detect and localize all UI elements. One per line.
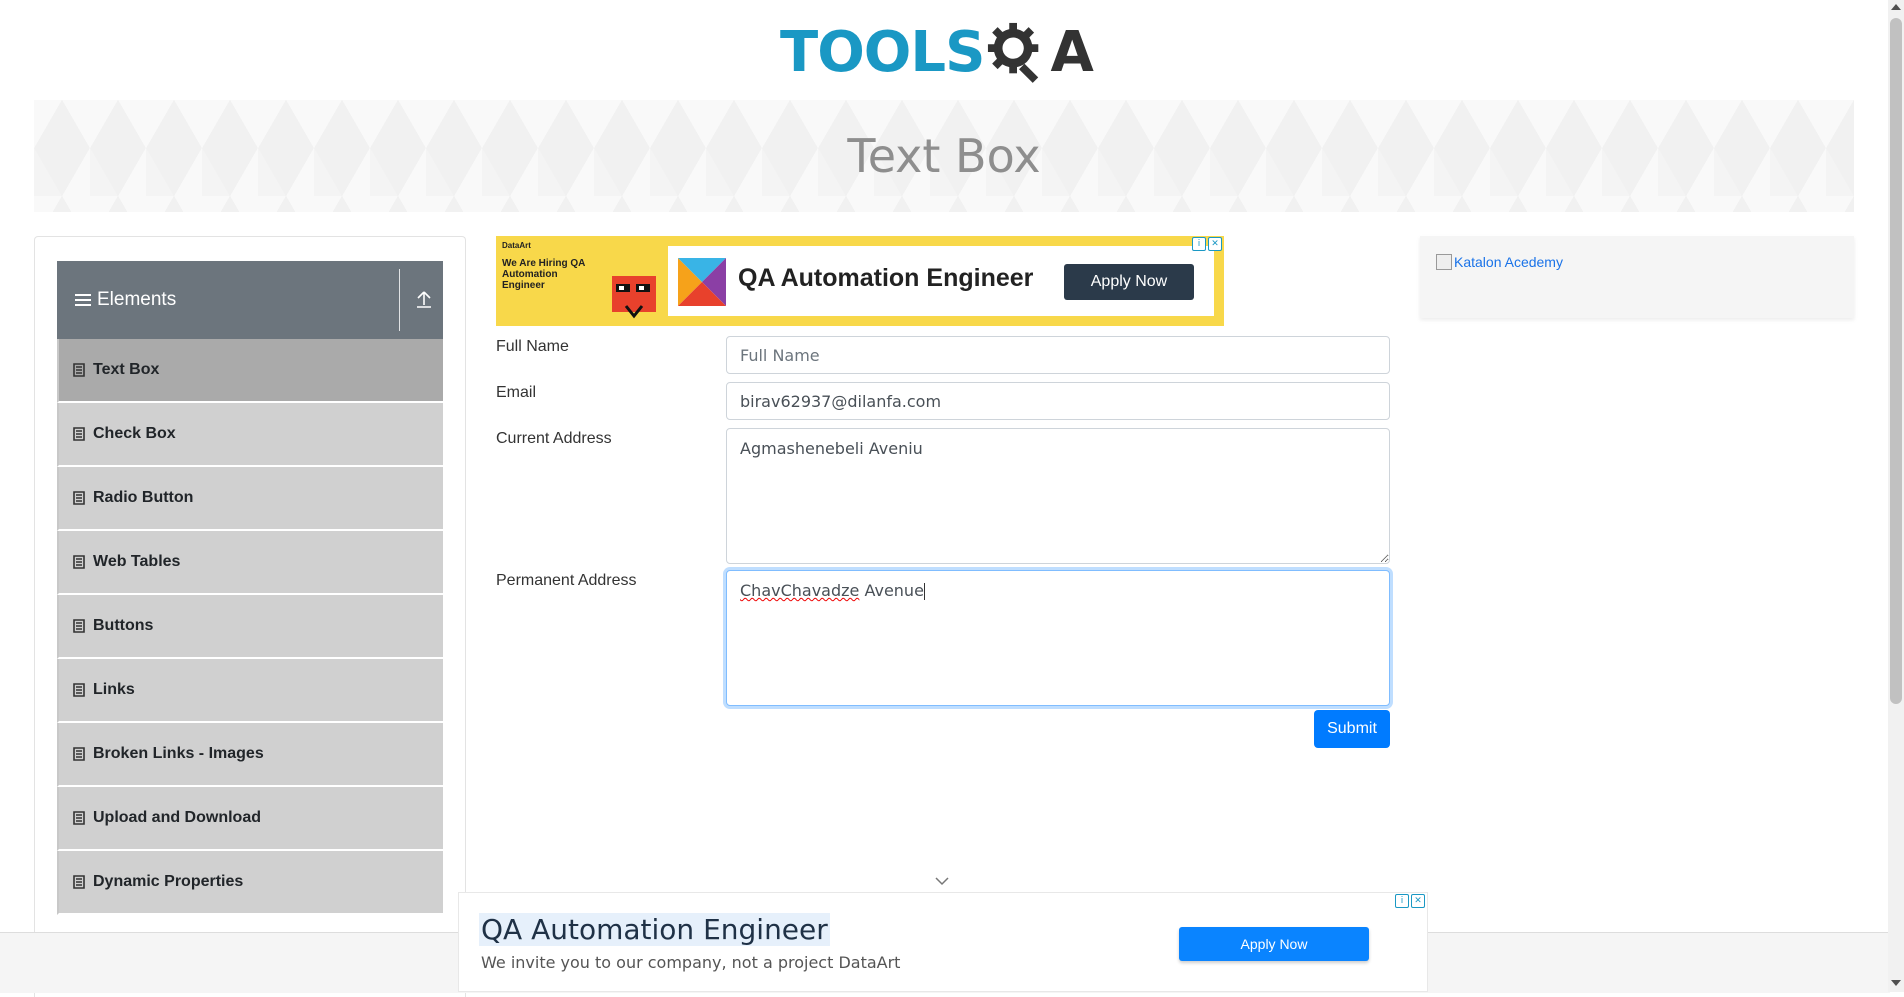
sidebar-menu: Text Box Check Box Radio Button Web Tabl… — [57, 339, 443, 915]
logo-tools-text: TOOLS — [780, 19, 985, 85]
close-icon[interactable]: ✕ — [1411, 894, 1425, 908]
ad-hiring-text: We Are Hiring QA Automation Engineer — [502, 258, 585, 291]
ad-left-panel: DataArt We Are Hiring QA Automation Engi… — [496, 236, 666, 326]
sidebar-item-broken-links[interactable]: Broken Links - Images — [57, 723, 443, 787]
full-name-input[interactable] — [726, 336, 1390, 374]
info-icon[interactable]: i — [1192, 237, 1206, 251]
info-icon[interactable]: i — [1395, 894, 1409, 908]
sidebar-item-label: Links — [93, 681, 135, 698]
sidebar: Elements Text Box Check Box Radio Button… — [34, 236, 466, 997]
broken-image-icon — [1436, 254, 1452, 270]
ad-content: QA Automation Engineer Apply Now — [668, 246, 1214, 316]
broken-image-link[interactable]: Katalon Acedemy — [1436, 254, 1563, 270]
sidebar-item-text-box[interactable]: Text Box — [57, 339, 443, 403]
sidebar-group-elements[interactable]: Elements — [57, 261, 443, 339]
file-icon — [73, 747, 85, 761]
sidebar-item-label: Radio Button — [93, 489, 194, 506]
gear-magnifier-icon — [988, 22, 1039, 83]
sidebar-item-label: Broken Links - Images — [93, 745, 264, 762]
ad-sidebar-right[interactable]: Katalon Acedemy — [1420, 236, 1854, 318]
sidebar-item-label: Upload and Download — [93, 809, 261, 826]
submit-button[interactable]: Submit — [1314, 710, 1390, 748]
page-title: Text Box — [847, 129, 1041, 183]
sidebar-item-label: Dynamic Properties — [93, 873, 244, 890]
file-icon — [73, 875, 85, 889]
sidebar-item-dynamic-properties[interactable]: Dynamic Properties — [57, 851, 443, 915]
scroll-down-arrow[interactable] — [1891, 980, 1901, 986]
sidebar-item-label: Buttons — [93, 617, 154, 634]
collapse-up-icon[interactable] — [415, 289, 433, 309]
file-icon — [73, 619, 85, 633]
file-icon — [73, 683, 85, 697]
close-icon[interactable]: ✕ — [1208, 237, 1222, 251]
file-icon — [73, 491, 85, 505]
ad-banner-bottom[interactable]: QA Automation Engineer We invite you to … — [458, 892, 1428, 992]
ad-apply-button[interactable]: Apply Now — [1064, 264, 1194, 300]
ad-bottom-subtitle: We invite you to our company, not a proj… — [481, 953, 901, 972]
file-icon — [73, 427, 85, 441]
sidebar-item-label: Web Tables — [93, 553, 181, 570]
robot-face-icon — [612, 276, 656, 319]
current-address-textarea[interactable]: Agmashenebeli Aveniu — [726, 428, 1390, 564]
sidebar-item-check-box[interactable]: Check Box — [57, 403, 443, 467]
page-banner: Text Box — [34, 100, 1854, 212]
permanent-address-label: Permanent Address — [496, 572, 637, 589]
ad-bottom-apply-button[interactable]: Apply Now — [1179, 927, 1369, 961]
ad-bottom-title: QA Automation Engineer — [479, 913, 830, 946]
group-divider — [399, 269, 400, 331]
email-input[interactable] — [726, 382, 1390, 420]
email-label: Email — [496, 384, 537, 401]
ad-brand: DataArt — [502, 241, 531, 250]
chevron-down-icon[interactable] — [934, 876, 950, 886]
address-text: Avenue — [859, 581, 924, 600]
broken-image-alt: Katalon Acedemy — [1454, 254, 1563, 270]
hamburger-icon — [75, 291, 91, 309]
ad-banner-top[interactable]: DataArt We Are Hiring QA Automation Engi… — [496, 236, 1224, 326]
file-icon — [73, 811, 85, 825]
text-cursor — [923, 583, 925, 600]
sidebar-group-title: Elements — [97, 289, 177, 310]
ad-title: QA Automation Engineer — [738, 264, 1034, 292]
ad-controls: i ✕ — [1192, 237, 1222, 251]
sidebar-item-label: Text Box — [93, 361, 160, 378]
file-icon — [73, 363, 85, 377]
scrollbar-thumb[interactable] — [1890, 18, 1902, 704]
current-address-label: Current Address — [496, 430, 612, 447]
sidebar-item-links[interactable]: Links — [57, 659, 443, 723]
scroll-up-arrow[interactable] — [1891, 4, 1901, 10]
toolsqa-logo[interactable]: TOOLS A — [780, 14, 1094, 90]
logo-qa-text: A — [1050, 19, 1093, 85]
sidebar-item-label: Check Box — [93, 425, 176, 442]
sidebar-item-upload-download[interactable]: Upload and Download — [57, 787, 443, 851]
file-icon — [73, 555, 85, 569]
dataart-logo-icon — [678, 258, 726, 306]
sidebar-item-web-tables[interactable]: Web Tables — [57, 531, 443, 595]
misspelled-word: ChavChavadze — [740, 581, 860, 600]
full-name-label: Full Name — [496, 338, 569, 355]
sidebar-item-radio-button[interactable]: Radio Button — [57, 467, 443, 531]
permanent-address-textarea[interactable]: ChavChavadze Avenue — [726, 570, 1390, 706]
ad-bottom-controls: i ✕ — [1395, 894, 1425, 908]
sidebar-item-buttons[interactable]: Buttons — [57, 595, 443, 659]
